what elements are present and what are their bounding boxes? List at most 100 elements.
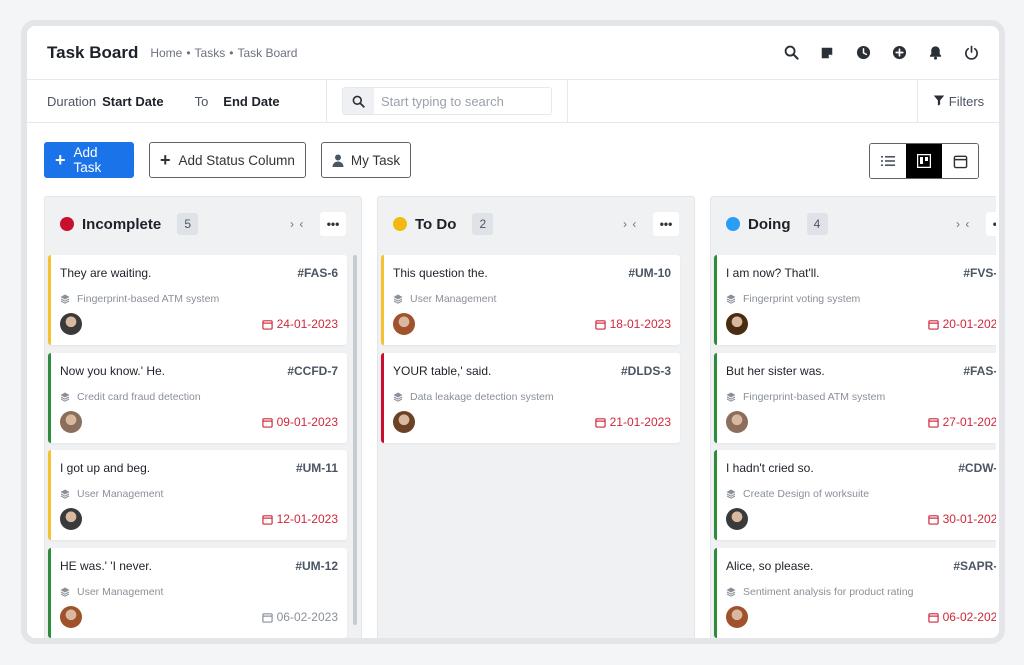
calendar-icon [927,417,939,428]
end-date-field[interactable]: End Date [223,94,279,109]
layers-icon [726,587,736,597]
task-card[interactable]: I hadn't cried so. #CDW-5 Create Design of… [714,450,996,540]
task-card[interactable]: YOUR table,' said. #DLDS-3 Data leakage de… [381,353,680,443]
calendar-view-icon[interactable] [942,144,978,178]
task-card[interactable]: Now you know.' He. #CCFD-7 Credit card fra… [48,353,347,443]
task-title[interactable]: I got up and beg. [60,461,150,475]
due-date-value: 06-02-2023 [276,610,338,624]
layers-icon [60,587,70,597]
task-project: Sentiment analysis for product rating [726,586,913,598]
task-title[interactable]: This question the. [393,266,488,280]
search-input[interactable] [374,93,544,109]
status-column-to-do: To Do 2 › ‹ ••• This question the. #UM-10 User… [377,196,695,638]
task-card[interactable]: I got up and beg. #UM-11 User Management 12… [48,450,347,540]
column-header: Incomplete 5 › ‹ ••• [45,197,361,251]
avatar[interactable] [60,508,82,530]
search-icon[interactable] [783,45,799,61]
breadcrumb-task-board: Task Board [237,45,298,60]
calendar-icon [927,319,939,330]
board-view-icon[interactable] [906,144,942,178]
column-header: Doing 4 › ‹ ••• [711,197,996,251]
avatar[interactable] [60,606,82,628]
due-date-value: 09-01-2023 [276,415,338,429]
status-dot [60,217,74,231]
avatar[interactable] [60,411,82,433]
task-card[interactable]: Alice, so please. #SAPR-4 Sentiment analys… [714,548,996,638]
column-title: Incomplete [82,215,162,233]
page-title: Task Board [47,42,139,62]
filters-label: Filters [948,93,985,109]
my-task-button[interactable]: My Task [320,142,412,178]
column-more-button[interactable]: ••• [320,212,346,236]
task-card[interactable]: I am now? That'll. #FVS-8 Fingerprint voti… [714,255,996,345]
filter-bar: Duration Start Date To End Date Filters [27,80,999,123]
column-count-badge: 2 [472,213,494,235]
filter-spacer [568,80,917,122]
avatar[interactable] [60,313,82,335]
due-date: 18-01-2023 [594,317,671,331]
task-project: Create Design of worksuite [726,488,869,500]
add-task-button[interactable]: + Add Task [44,142,134,178]
task-title[interactable]: They are waiting. [60,266,151,280]
task-project: User Management [393,293,496,305]
power-icon[interactable] [963,45,979,61]
task-id: #FAS-6 [297,266,338,280]
collapse-column-icon[interactable]: › ‹ [623,217,637,231]
calendar-icon [927,514,939,525]
duration-filter[interactable]: Duration Start Date To End Date [27,80,327,122]
clock-icon[interactable] [855,45,871,61]
collapse-column-icon[interactable]: › ‹ [290,217,304,231]
avatar[interactable] [393,313,415,335]
avatar[interactable] [393,411,415,433]
due-date: 24-01-2023 [261,317,338,331]
app-window: Task Board Home • Tasks • Task Board Dur… [21,20,1005,644]
task-title[interactable]: I am now? That'll. [726,266,819,280]
task-title[interactable]: Alice, so please. [726,559,813,573]
column-title: To Do [415,215,457,233]
plus-icon: + [160,150,171,170]
filter-icon [933,94,945,109]
plus-icon: + [55,150,66,170]
layers-icon [393,294,403,304]
collapse-column-icon[interactable]: › ‹ [956,217,970,231]
calendar-icon [927,612,939,623]
column-scrollbar[interactable] [353,255,357,625]
task-card[interactable]: They are waiting. #FAS-6 Fingerprint-based… [48,255,347,345]
list-view-icon[interactable] [870,144,906,178]
breadcrumb-tasks[interactable]: Tasks [195,46,226,60]
add-status-column-button[interactable]: + Add Status Column [149,142,306,178]
task-card[interactable]: But her sister was. #FAS-9 Fingerprint-bas… [714,353,996,443]
column-more-button[interactable]: ••• [653,212,679,236]
avatar[interactable] [726,411,748,433]
task-title[interactable]: I hadn't cried so. [726,461,814,475]
layers-icon [60,489,70,499]
task-title[interactable]: Now you know.' He. [60,364,165,378]
layers-icon [726,294,736,304]
note-icon[interactable] [819,45,835,61]
status-dot [726,217,740,231]
layers-icon [726,489,736,499]
task-project: Credit card fraud detection [60,391,201,403]
filters-button[interactable]: Filters [917,80,999,122]
calendar-icon [261,417,273,428]
task-title[interactable]: HE was.' 'I never. [60,559,152,573]
avatar[interactable] [726,606,748,628]
task-project-name: User Management [77,586,164,598]
to-label: To [194,93,209,109]
task-card[interactable]: HE was.' 'I never. #UM-12 User Management 0… [48,548,347,638]
add-circle-icon[interactable] [891,45,907,61]
start-date-field[interactable]: Start Date [102,94,163,109]
avatar[interactable] [726,313,748,335]
task-project-name: Fingerprint-based ATM system [77,293,220,305]
status-dot [393,217,407,231]
due-date-value: 12-01-2023 [276,512,338,526]
action-bar: + Add Task + Add Status Column My Task [44,142,412,178]
task-title[interactable]: But her sister was. [726,364,825,378]
layers-icon [393,392,403,402]
task-card[interactable]: This question the. #UM-10 User Management 1… [381,255,680,345]
breadcrumb-home[interactable]: Home [150,46,182,60]
task-title[interactable]: YOUR table,' said. [393,364,491,378]
bell-icon[interactable] [927,45,943,61]
avatar[interactable] [726,508,748,530]
column-more-button[interactable]: ••• [986,212,996,236]
